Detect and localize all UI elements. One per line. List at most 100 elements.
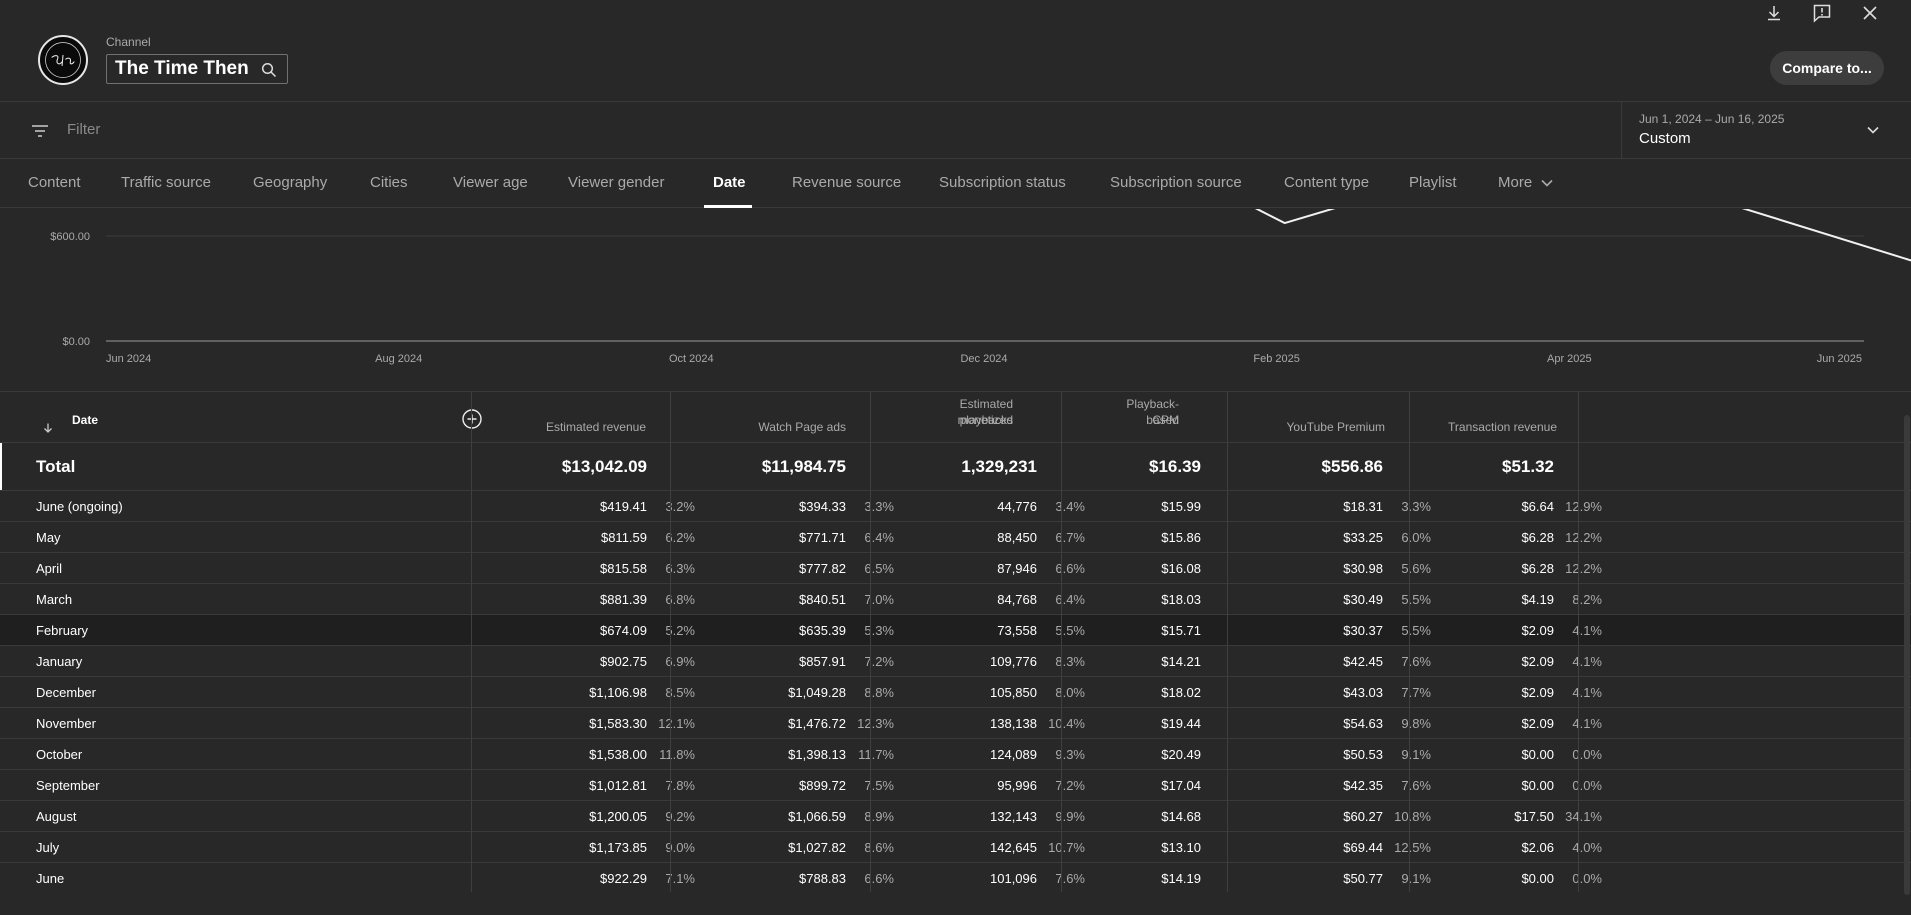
cell-value: $30.49: [1343, 591, 1383, 607]
header-date[interactable]: Date: [0, 392, 470, 442]
cell-value: $1,012.81: [589, 777, 647, 793]
cell-percent: 10.4%: [1048, 715, 1085, 731]
cell-monetized-playbacks: 142,645 10.7%: [990, 832, 1085, 862]
cell-value: $50.77: [1343, 870, 1383, 886]
tab-geography[interactable]: Geography: [253, 174, 327, 191]
chart-canvas: $600.00 $0.00 Jun 2024 Aug 2024 Oct 2024 Dec …: [50, 209, 1911, 365]
cell-value: $60.27: [1343, 808, 1383, 824]
table-row[interactable]: April $815.58 6.3% $777.82 6.5% 87,946 6.6% $16…: [0, 552, 1911, 583]
cell-estimated-revenue: $1,583.30 12.1%: [589, 708, 695, 738]
filter-bar: Filter Jun 1, 2024 – Jun 16, 2025 Custom: [0, 102, 1911, 159]
total-estimated-revenue: $13,042.09: [561, 456, 647, 476]
header-playback-cpm[interactable]: Playback-based CPM: [1062, 392, 1227, 442]
cell-value: $1,049.28: [788, 684, 846, 700]
cell-youtube-premium: $33.25 6.0%: [1343, 522, 1431, 552]
table-row[interactable]: February $674.09 5.2% $635.39 5.3% 73,558 5.5%…: [0, 614, 1911, 645]
tab-more[interactable]: More: [1498, 174, 1554, 191]
cell-percent: 9.2%: [665, 808, 695, 824]
cell-value: $1,583.30: [589, 715, 647, 731]
tab-revenue-source[interactable]: Revenue source: [792, 174, 901, 191]
cell-youtube-premium: $50.77 9.1%: [1343, 863, 1431, 893]
table-row[interactable]: May $811.59 6.2% $771.71 6.4% 88,450 6.7% $15.8…: [0, 521, 1911, 552]
row-date: September: [36, 777, 100, 793]
cell-value: 44,776: [997, 498, 1037, 514]
cell-value: $6.28: [1521, 529, 1554, 545]
tab-playlist[interactable]: Playlist: [1409, 174, 1457, 191]
cell-transaction-revenue: $6.28 12.2%: [1521, 522, 1602, 552]
tab-traffic-source[interactable]: Traffic source: [121, 174, 211, 191]
table-row[interactable]: June $922.29 7.1% $788.83 6.6% 101,096 7.6% $14…: [0, 862, 1911, 893]
cell-monetized-playbacks: 95,996 7.2%: [997, 770, 1085, 800]
header-watch-page-ads[interactable]: Watch Page ads: [671, 392, 870, 442]
table-scrollbar[interactable]: [1904, 415, 1910, 895]
table-row[interactable]: October $1,538.00 11.8% $1,398.13 11.7% 124,0…: [0, 738, 1911, 769]
filter-input[interactable]: Filter: [67, 121, 100, 138]
cell-watch-page-ads: $788.83 6.6%: [799, 863, 894, 893]
cell-percent: 0.0%: [1572, 777, 1602, 793]
cell-percent: 8.2%: [1572, 591, 1602, 607]
cell-percent: 11.7%: [858, 746, 894, 762]
channel-selector[interactable]: The Time Then: [106, 54, 288, 84]
header-date-label: Date: [72, 413, 99, 427]
cell-monetized-playbacks: 87,946 6.6%: [997, 553, 1085, 583]
tab-date[interactable]: Date: [713, 174, 746, 191]
channel-name: The Time Then: [115, 58, 249, 79]
cell-value: $17.04: [1161, 777, 1201, 793]
table-row[interactable]: June (ongoing) $419.41 3.2% $394.33 3.3% 44,7…: [0, 490, 1911, 521]
tab-content-type[interactable]: Content type: [1284, 174, 1369, 191]
cell-estimated-revenue: $881.39 6.8%: [600, 584, 695, 614]
cell-playback-cpm: $13.10: [1161, 832, 1201, 862]
header-youtube-premium[interactable]: YouTube Premium: [1228, 392, 1409, 442]
cell-percent: 9.3%: [1055, 746, 1085, 762]
header-transaction-revenue[interactable]: Transaction revenue: [1410, 392, 1581, 442]
cell-percent: 4.1%: [1572, 653, 1602, 669]
cell-percent: 8.9%: [864, 808, 894, 824]
cell-value: $777.82: [799, 560, 846, 576]
tab-cities[interactable]: Cities: [370, 174, 408, 191]
date-range-selector[interactable]: Jun 1, 2024 – Jun 16, 2025 Custom: [1621, 102, 1911, 159]
channel-header: Channel The Time Then Compare to...: [0, 0, 1911, 102]
download-icon[interactable]: [1763, 2, 1785, 24]
cell-percent: 5.3%: [864, 622, 894, 638]
row-date: October: [36, 746, 83, 762]
cell-watch-page-ads: $1,066.59 8.9%: [788, 801, 894, 831]
filter-icon[interactable]: [30, 121, 50, 141]
cell-percent: 5.5%: [1055, 622, 1085, 638]
table-row[interactable]: March $881.39 6.8% $840.51 7.0% 84,768 6.4% $18…: [0, 583, 1911, 614]
cell-value: 142,645: [990, 839, 1037, 855]
x-tick-label: Jun 2025: [1817, 353, 1862, 365]
search-icon[interactable]: [261, 62, 277, 78]
table-row[interactable]: September $1,012.81 7.8% $899.72 7.5% 95,996 7…: [0, 769, 1911, 800]
tab-viewer-age[interactable]: Viewer age: [453, 174, 528, 191]
y-tick-label: $0.00: [62, 336, 90, 348]
date-range-preset: Custom: [1639, 130, 1691, 147]
cell-estimated-revenue: $419.41 3.2%: [600, 491, 695, 521]
tab-subscription-status[interactable]: Subscription status: [939, 174, 1066, 191]
cell-percent: 7.6%: [1055, 870, 1085, 886]
table-row[interactable]: January $902.75 6.9% $857.91 7.2% 109,776 8.3%…: [0, 645, 1911, 676]
table-row[interactable]: August $1,200.05 9.2% $1,066.59 8.9% 132,143 9…: [0, 800, 1911, 831]
cell-value: $17.50: [1514, 808, 1554, 824]
compare-button[interactable]: Compare to...: [1770, 51, 1884, 85]
dimension-tabs: Content Traffic source Geography Cities …: [0, 159, 1911, 208]
cell-transaction-revenue: $0.00 0.0%: [1521, 739, 1602, 769]
header-monetized-playbacks[interactable]: Estimated monetized playbacks: [871, 392, 1061, 442]
close-icon[interactable]: [1859, 2, 1881, 24]
table-row[interactable]: December $1,106.98 8.5% $1,049.28 8.8% 105,85…: [0, 676, 1911, 707]
cell-percent: 8.0%: [1055, 684, 1085, 700]
feedback-icon[interactable]: [1811, 2, 1833, 24]
table-row[interactable]: November $1,583.30 12.1% $1,476.72 12.3% 138,…: [0, 707, 1911, 738]
cell-value: $1,066.59: [788, 808, 846, 824]
chevron-down-icon[interactable]: [1865, 122, 1881, 138]
cell-value: $1,173.85: [589, 839, 647, 855]
cell-percent: 3.3%: [864, 498, 894, 514]
cell-value: $857.91: [799, 653, 846, 669]
table-row[interactable]: July $1,173.85 9.0% $1,027.82 8.6% 142,645 10.…: [0, 831, 1911, 862]
tab-viewer-gender[interactable]: Viewer gender: [568, 174, 664, 191]
header-estimated-revenue[interactable]: Estimated revenue: [472, 392, 670, 442]
cell-value: 84,768: [997, 591, 1037, 607]
tab-content[interactable]: Content: [28, 174, 81, 191]
channel-avatar[interactable]: [38, 35, 88, 85]
tab-subscription-source[interactable]: Subscription source: [1110, 174, 1242, 191]
cell-percent: 6.4%: [864, 529, 894, 545]
